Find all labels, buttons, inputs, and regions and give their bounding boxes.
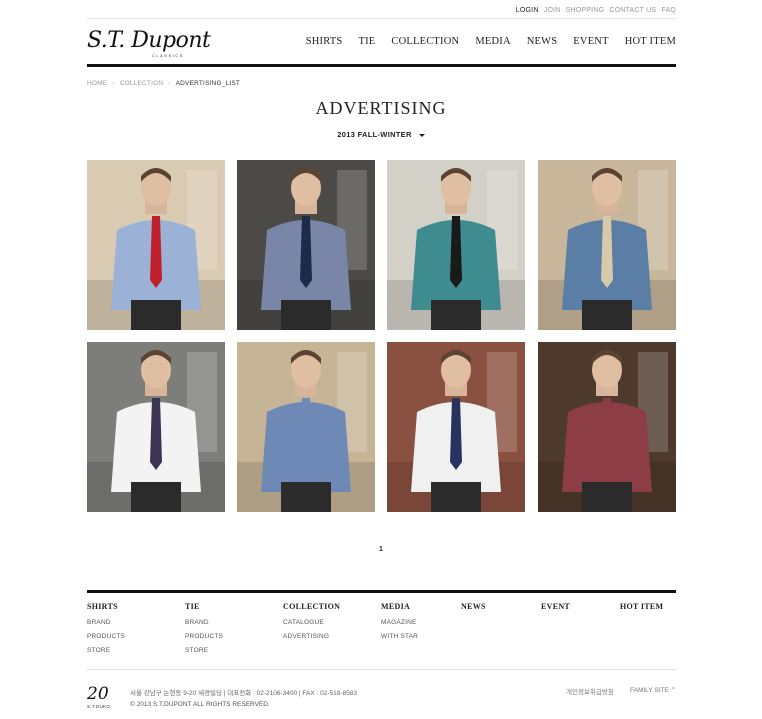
season-selector[interactable]: 2013 FALL-WINTER (0, 130, 762, 139)
breadcrumb: HOME › COLLECTION › ADVERTISING_LIST (87, 80, 240, 87)
nav-collection[interactable]: COLLECTION (391, 36, 459, 47)
footer-col-media: MEDIA MAGAZINE WITH STAR (381, 602, 418, 647)
breadcrumb-separator: › (168, 80, 171, 87)
footer-col-title[interactable]: TIE (185, 602, 223, 611)
nav-news[interactable]: NEWS (527, 36, 558, 47)
brand-logo[interactable]: S.T. Dupont (87, 28, 211, 53)
page-number[interactable]: 1 (379, 546, 383, 553)
copyright: © 2013 S.T.DUPONT ALL RIGHTS RESERVED. (130, 701, 270, 708)
footer-col-shirts: SHIRTS BRAND PRODUCTS STORE (87, 602, 125, 661)
photo-model-burgundy-shirt[interactable] (538, 342, 676, 512)
footer-link[interactable]: WITH STAR (381, 633, 418, 640)
nav-hot-item[interactable]: HOT ITEM (625, 36, 676, 47)
company-address: 서울 강남구 논현동 9-20 세경빌딩 | 대표전화 : 02-2106-34… (130, 690, 357, 697)
footer-link[interactable]: STORE (185, 647, 223, 654)
footer-col-title[interactable]: COLLECTION (283, 602, 340, 611)
footer-col-news: NEWS (461, 602, 486, 619)
breadcrumb-separator: › (112, 80, 115, 87)
season-label: 2013 FALL-WINTER (337, 130, 412, 139)
breadcrumb-collection[interactable]: COLLECTION (120, 80, 164, 87)
anniversary-logo: 20 (87, 684, 109, 704)
footer-col-title[interactable]: SHIRTS (87, 602, 125, 611)
photo-model-light-blue-shirt-red-tie[interactable] (87, 160, 225, 330)
footer-col-title[interactable]: EVENT (541, 602, 570, 611)
footer-col-collection: COLLECTION CATALOGUE ADVERTISING (283, 602, 340, 647)
photo-model-white-shirt-striped-tie[interactable] (87, 342, 225, 512)
top-divider (87, 18, 676, 19)
privacy-policy-link[interactable]: 개인정보취급방침 (566, 686, 614, 696)
footer-link[interactable]: PRODUCTS (185, 633, 223, 640)
main-nav: SHIRTS TIE COLLECTION MEDIA NEWS EVENT H… (290, 36, 676, 47)
page-title: ADVERTISING (315, 98, 447, 118)
footer-col-hot-item: HOT ITEM (620, 602, 663, 619)
header-divider (87, 64, 676, 67)
nav-shirts[interactable]: SHIRTS (306, 36, 343, 47)
footer-link[interactable]: PRODUCTS (87, 633, 125, 640)
footer-link[interactable]: STORE (87, 647, 125, 654)
footer-link[interactable]: CATALOGUE (283, 619, 340, 626)
faq-link[interactable]: FAQ (661, 7, 676, 14)
nav-tie[interactable]: TIE (358, 36, 375, 47)
footer-col-title[interactable]: MEDIA (381, 602, 418, 611)
nav-media[interactable]: MEDIA (475, 36, 510, 47)
footer-bottom-divider (87, 669, 676, 670)
footer-col-title[interactable]: HOT ITEM (620, 602, 663, 611)
footer-col-tie: TIE BRAND PRODUCTS STORE (185, 602, 223, 661)
anniversary-logo-sub: S.T.DUKO (87, 704, 111, 709)
family-site-select[interactable]: FAMILY SITE ⌃ (630, 686, 676, 694)
footer-col-event: EVENT (541, 602, 570, 619)
photo-model-teal-shirt-bowtie[interactable] (387, 160, 525, 330)
photo-model-blue-shirt[interactable] (237, 342, 375, 512)
photo-model-denim-shirt-scarf[interactable] (538, 160, 676, 330)
footer-link[interactable]: ADVERTISING (283, 633, 340, 640)
contact-us-link[interactable]: CONTACT US (609, 7, 656, 14)
breadcrumb-home[interactable]: HOME (87, 80, 107, 87)
footer-link[interactable]: BRAND (87, 619, 125, 626)
photo-model-white-shirt-navy-tie[interactable] (387, 342, 525, 512)
login-link[interactable]: LOGIN (516, 7, 539, 14)
pagination: 1 (0, 546, 762, 553)
nav-event[interactable]: EVENT (573, 36, 608, 47)
footer-divider (87, 590, 676, 593)
photo-model-striped-shirt-navy-tie[interactable] (237, 160, 375, 330)
breadcrumb-current: ADVERTISING_LIST (175, 80, 241, 87)
brand-logo-sub: CLASSICS (152, 53, 184, 58)
utility-nav: LOGIN JOIN SHOPPING CONTACT US FAQ (513, 7, 676, 14)
footer-link[interactable]: MAGAZINE (381, 619, 418, 626)
join-link[interactable]: JOIN (544, 7, 561, 14)
chevron-down-icon (418, 133, 425, 137)
shopping-link[interactable]: SHOPPING (566, 7, 605, 14)
footer-link[interactable]: BRAND (185, 619, 223, 626)
footer-col-title[interactable]: NEWS (461, 602, 486, 611)
